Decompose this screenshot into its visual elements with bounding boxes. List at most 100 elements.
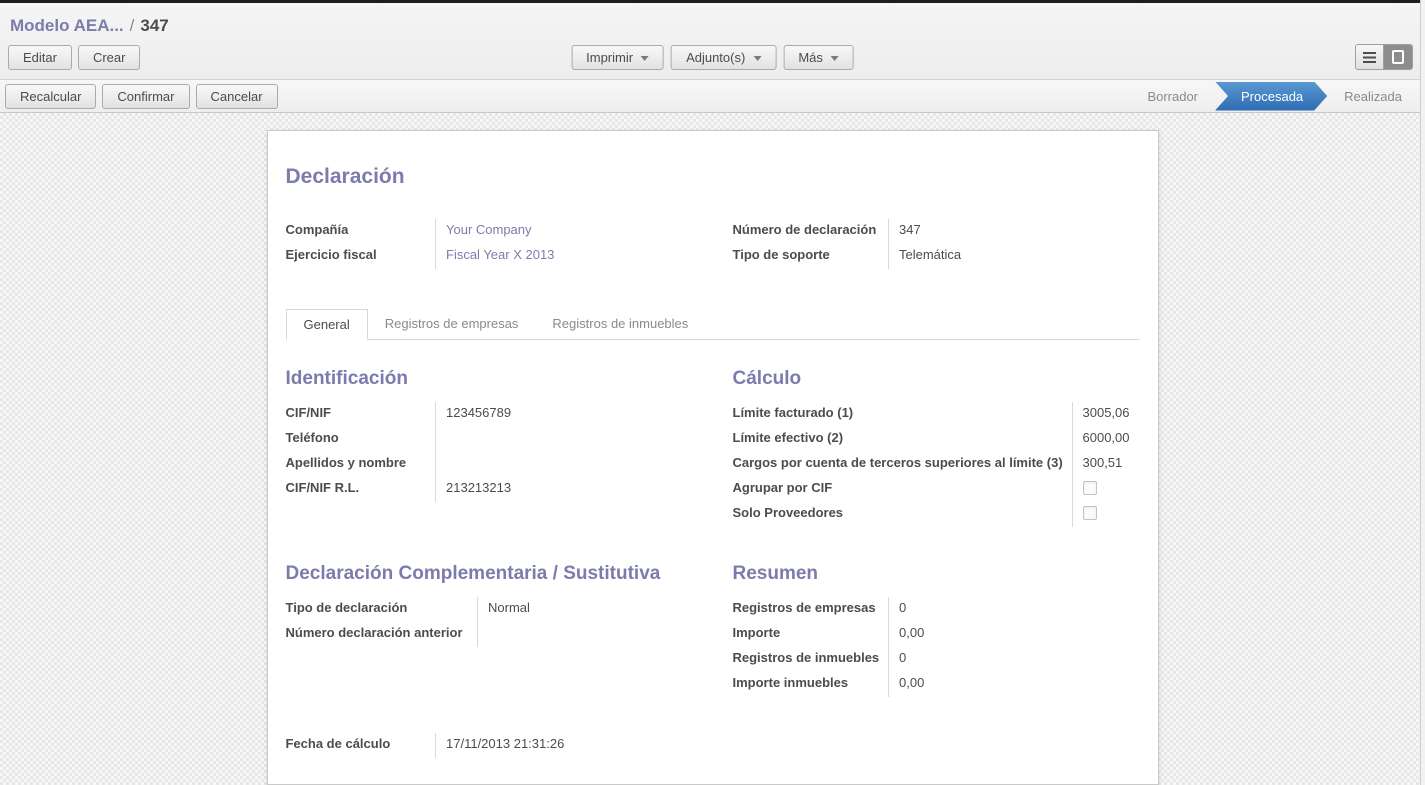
edit-button[interactable]: Editar — [8, 45, 72, 70]
field-value — [436, 452, 693, 477]
field-label: Importe — [733, 622, 889, 647]
print-dropdown-button[interactable]: Imprimir — [571, 45, 664, 70]
field-row: Teléfono — [286, 427, 693, 452]
field-label: Número declaración anterior — [286, 622, 478, 647]
field-label: Fecha de cálculo — [286, 733, 436, 758]
more-dropdown-button[interactable]: Más — [783, 45, 854, 70]
field-value: 3005,06 — [1072, 402, 1140, 427]
field-row: Registros de inmuebles 0 — [733, 647, 1140, 672]
field-row: Compañía Your Company — [286, 219, 693, 244]
breadcrumb-parent-link[interactable]: Modelo AEA... — [10, 16, 124, 35]
breadcrumb-separator: / — [124, 16, 141, 35]
field-value: 0 — [889, 647, 1140, 672]
company-link[interactable]: Your Company — [436, 219, 693, 244]
list-view-button[interactable] — [1356, 45, 1384, 69]
field-row: Límite facturado (1) 3005,06 — [733, 402, 1140, 427]
field-value — [436, 427, 693, 452]
tab-content-general: Identificación CIF/NIF 123456789 Teléfon… — [286, 340, 1140, 758]
field-label: Límite efectivo (2) — [733, 427, 1073, 452]
list-view-icon — [1363, 52, 1376, 63]
section-title: Identificación — [286, 368, 693, 390]
form-sheet: Declaración Compañía Your Company Ejerci… — [267, 130, 1159, 785]
form-view-button[interactable] — [1384, 45, 1412, 69]
field-label: CIF/NIF R.L. — [286, 477, 436, 502]
header-fields: Compañía Your Company Ejercicio fiscal F… — [286, 219, 1140, 269]
content-area: Declaración Compañía Your Company Ejerci… — [0, 113, 1425, 785]
breadcrumb: Modelo AEA.../347 — [0, 3, 1425, 38]
print-label: Imprimir — [586, 50, 633, 65]
attachments-dropdown-button[interactable]: Adjunto(s) — [671, 45, 776, 70]
field-label: Teléfono — [286, 427, 436, 452]
solo-proveedores-checkbox[interactable] — [1083, 506, 1097, 520]
header-button-row: Editar Crear Imprimir Adjunto(s) Más — [0, 38, 1425, 70]
recalculate-button[interactable]: Recalcular — [5, 84, 96, 109]
field-value — [1072, 477, 1140, 502]
section-identificacion: Identificación CIF/NIF 123456789 Teléfon… — [286, 368, 693, 502]
field-label: Solo Proveedores — [733, 502, 1073, 527]
header-center-buttons: Imprimir Adjunto(s) Más — [571, 45, 854, 70]
field-value: 213213213 — [436, 477, 693, 502]
section-title: Resumen — [733, 563, 1140, 585]
dropdown-caret-icon — [831, 56, 839, 61]
field-row: Importe inmuebles 0,00 — [733, 672, 1140, 697]
section-complementaria: Declaración Complementaria / Sustitutiva… — [286, 563, 693, 647]
agrupar-por-cif-checkbox[interactable] — [1083, 481, 1097, 495]
field-value — [1072, 502, 1140, 527]
field-label: Importe inmuebles — [733, 672, 889, 697]
field-label: Número de declaración — [733, 219, 889, 244]
status-borrador[interactable]: Borrador — [1130, 89, 1215, 104]
action-bar: Recalcular Confirmar Cancelar Borrador P… — [0, 80, 1425, 113]
more-label: Más — [798, 50, 823, 65]
field-row: Límite efectivo (2) 6000,00 — [733, 427, 1140, 452]
section-title: Cálculo — [733, 368, 1140, 390]
field-row: Registros de empresas 0 — [733, 597, 1140, 622]
field-row: Tipo de declaración Normal — [286, 597, 693, 622]
field-group-left: Compañía Your Company Ejercicio fiscal F… — [286, 219, 693, 269]
field-row: Ejercicio fiscal Fiscal Year X 2013 — [286, 244, 693, 269]
field-value: 17/11/2013 21:31:26 — [436, 733, 693, 758]
breadcrumb-current: 347 — [140, 16, 168, 35]
fiscal-year-link[interactable]: Fiscal Year X 2013 — [436, 244, 693, 269]
status-procesada-active[interactable]: Procesada — [1215, 82, 1327, 111]
field-value: 0,00 — [889, 672, 1140, 697]
section-title: Declaración Complementaria / Sustitutiva — [286, 563, 693, 585]
field-row: Apellidos y nombre — [286, 452, 693, 477]
field-row: CIF/NIF 123456789 — [286, 402, 693, 427]
field-label: Tipo de soporte — [733, 244, 889, 269]
field-label: Tipo de declaración — [286, 597, 478, 622]
tab-registros-empresas[interactable]: Registros de empresas — [368, 309, 536, 340]
form-title: Declaración — [286, 165, 1140, 189]
field-row: Número de declaración 347 — [733, 219, 1140, 244]
statusbar: Borrador Procesada Realizada — [1130, 80, 1419, 112]
scrollbar-track[interactable] — [1420, 0, 1425, 785]
form-view-icon — [1392, 50, 1404, 64]
field-row: Fecha de cálculo 17/11/2013 21:31:26 — [286, 733, 693, 758]
create-button[interactable]: Crear — [78, 45, 141, 70]
field-label: Agrupar por CIF — [733, 477, 1073, 502]
field-row: Número declaración anterior — [286, 622, 693, 647]
tab-registros-inmuebles[interactable]: Registros de inmuebles — [535, 309, 705, 340]
field-label: Apellidos y nombre — [286, 452, 436, 477]
field-value — [478, 622, 693, 647]
field-label: Ejercicio fiscal — [286, 244, 436, 269]
cancel-button[interactable]: Cancelar — [196, 84, 278, 109]
tab-bar: General Registros de empresas Registros … — [286, 309, 1140, 340]
section-calculo: Cálculo Límite facturado (1) 3005,06 Lím… — [733, 368, 1140, 527]
field-label: Compañía — [286, 219, 436, 244]
field-value: 6000,00 — [1072, 427, 1140, 452]
field-row: Importe 0,00 — [733, 622, 1140, 647]
section-fecha-calculo: Fecha de cálculo 17/11/2013 21:31:26 — [286, 733, 693, 758]
tab-general[interactable]: General — [286, 309, 368, 340]
view-switcher — [1355, 44, 1413, 70]
section-resumen: Resumen Registros de empresas 0 Importe … — [733, 563, 1140, 697]
field-value: 347 — [889, 219, 1140, 244]
field-label: Registros de inmuebles — [733, 647, 889, 672]
field-row: CIF/NIF R.L. 213213213 — [286, 477, 693, 502]
confirm-button[interactable]: Confirmar — [102, 84, 189, 109]
field-row: Cargos por cuenta de terceros superiores… — [733, 452, 1140, 477]
field-group-right: Número de declaración 347 Tipo de soport… — [733, 219, 1140, 269]
status-realizada[interactable]: Realizada — [1327, 89, 1419, 104]
field-row: Agrupar por CIF — [733, 477, 1140, 502]
dropdown-caret-icon — [641, 56, 649, 61]
attachments-label: Adjunto(s) — [686, 50, 745, 65]
